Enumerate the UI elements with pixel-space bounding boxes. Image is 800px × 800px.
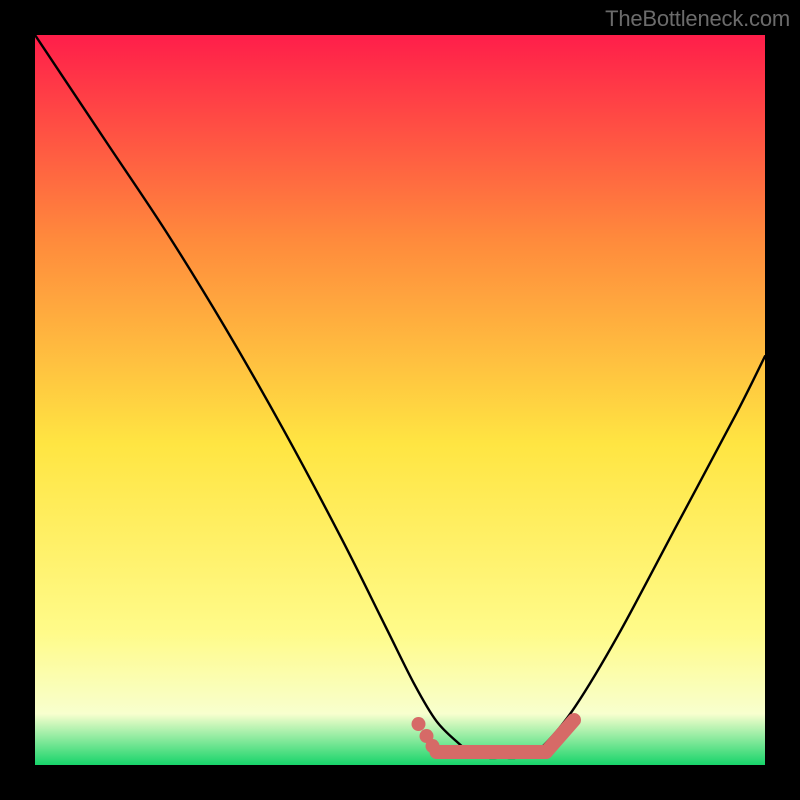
marker-dot [412,717,426,731]
chart-frame: TheBottleneck.com [0,0,800,800]
plot-svg [35,35,765,765]
watermark-text: TheBottleneck.com [605,6,790,32]
marker-dot [426,739,440,753]
plot-area [35,35,765,765]
